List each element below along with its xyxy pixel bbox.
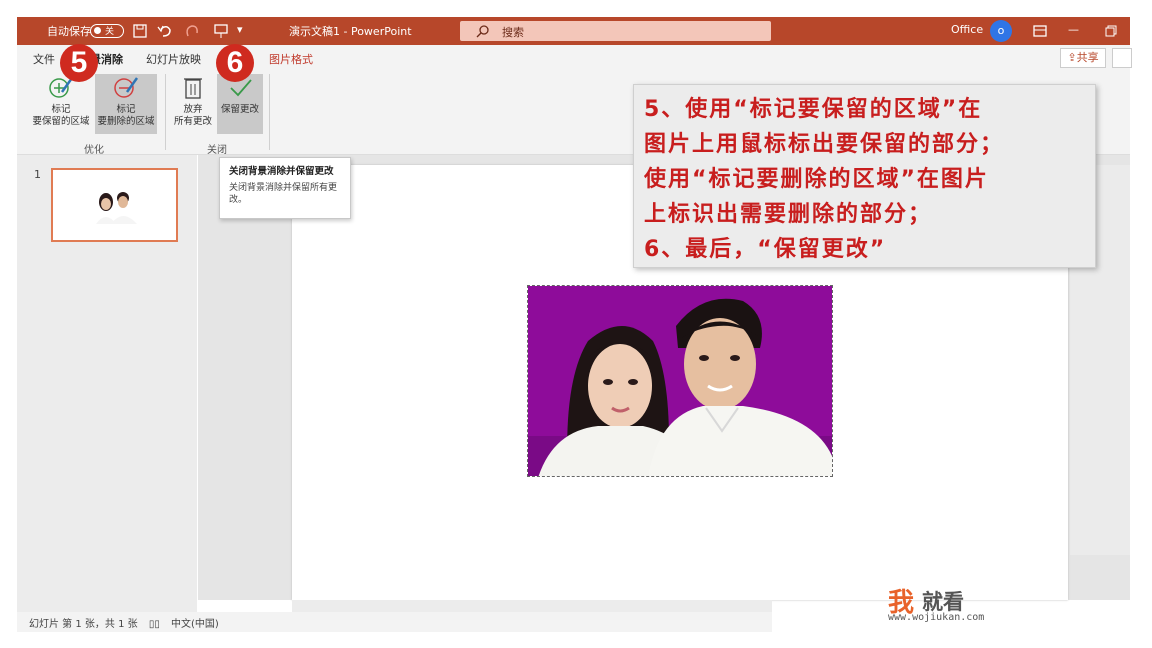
tab-file[interactable]: 文件 — [33, 51, 55, 67]
slide-count-text: 幻灯片 第 1 张，共 1 张 — [29, 619, 138, 630]
callout-line-1: 5、使用“标记要保留的区域”在 — [644, 97, 983, 122]
share-button[interactable]: ⇪共享 — [1060, 48, 1106, 68]
search-placeholder: 搜索 — [502, 26, 524, 39]
redo-icon[interactable] — [185, 24, 199, 38]
slide-thumbnail[interactable] — [51, 168, 178, 242]
comments-button[interactable] — [1112, 48, 1132, 68]
autosave-state: 关 — [105, 27, 115, 37]
share-icon: ⇪ — [1067, 51, 1077, 64]
watermark-url: www.wojiukan.com — [888, 612, 985, 623]
ribbon-divider — [165, 74, 166, 150]
mark-remove-label-2: 要删除的区域 — [97, 116, 155, 127]
tooltip: 关闭背景消除并保留更改 关闭背景消除并保留所有更改。 — [219, 157, 351, 219]
language-text[interactable]: 中文(中国) — [171, 619, 219, 630]
mark-remove-icon — [114, 77, 139, 98]
mark-areas-to-keep-button[interactable]: 标记 要保留的区域 — [29, 74, 93, 134]
autosave-toggle[interactable]: 关 — [90, 24, 124, 38]
account-name[interactable]: Office — [951, 23, 983, 36]
slide-number: 1 — [34, 168, 41, 181]
callout-line-2: 图片上用鼠标标出要保留的部分； — [644, 132, 1005, 157]
search-icon — [476, 25, 489, 38]
instruction-callout: 5、使用“标记要保留的区域”在 图片上用鼠标标出要保留的部分； 使用“标记要删除… — [633, 84, 1096, 268]
minimize-icon[interactable]: — — [1068, 23, 1079, 36]
qat-customize-icon[interactable]: ▾ — [237, 23, 243, 36]
keep-changes-button[interactable]: 保留更改 — [217, 74, 263, 134]
share-label: 共享 — [1076, 51, 1099, 64]
autosave-label: 自动保存 — [47, 25, 91, 38]
discard-label-1: 放弃 — [183, 104, 203, 115]
title-bar: 自动保存 关 ▾ 演示文稿1 - PowerPoint 搜索 Office o … — [17, 17, 1130, 45]
tooltip-body: 关闭背景消除并保留所有更改。 — [229, 183, 338, 205]
couple-photo — [528, 286, 832, 476]
step-6-badge: 6 — [216, 44, 254, 82]
tab-slideshow[interactable]: 幻灯片放映 — [146, 51, 201, 67]
mark-remove-label-1: 标记 — [116, 104, 136, 115]
discard-label-2: 所有更改 — [173, 116, 212, 127]
horizontal-scroll-area[interactable] — [292, 600, 772, 612]
ribbon-display-icon[interactable] — [1033, 24, 1047, 38]
discard-all-changes-button[interactable]: 放弃 所有更改 — [170, 74, 216, 134]
callout-line-4: 上标识出需要删除的部分； — [644, 202, 933, 227]
callout-line-3: 使用“标记要删除的区域”在图片 — [644, 167, 989, 192]
group-refine-label: 优化 — [84, 145, 104, 156]
search-box[interactable]: 搜索 — [460, 21, 771, 41]
mark-areas-to-remove-button[interactable]: 标记 要删除的区域 — [95, 74, 157, 134]
ribbon-divider — [269, 74, 270, 150]
save-icon[interactable] — [133, 24, 147, 38]
mark-keep-label-1: 标记 — [51, 104, 71, 115]
trash-icon — [184, 78, 202, 99]
callout-line-5: 6、最后，“保留更改” — [644, 237, 887, 262]
keep-changes-label: 保留更改 — [220, 104, 259, 115]
thumbnail-photo — [96, 192, 137, 224]
group-close-label: 关闭 — [207, 145, 227, 156]
tab-picture-format[interactable]: 图片格式 — [269, 51, 313, 67]
step-5-badge: 5 — [60, 44, 98, 82]
status-slide-info: 幻灯片 第 1 张，共 1 张 ▯▯ 中文(中国) — [29, 615, 219, 630]
tooltip-title: 关闭背景消除并保留更改 — [229, 166, 334, 177]
undo-icon[interactable] — [157, 24, 173, 38]
present-icon[interactable] — [213, 23, 229, 39]
accessibility-icon[interactable]: ▯▯ — [149, 619, 160, 630]
document-title: 演示文稿1 - PowerPoint — [289, 25, 412, 38]
mark-keep-label-2: 要保留的区域 — [32, 116, 90, 127]
avatar[interactable]: o — [990, 20, 1012, 42]
restore-icon[interactable] — [1105, 25, 1117, 37]
slide-photo[interactable] — [527, 285, 833, 477]
